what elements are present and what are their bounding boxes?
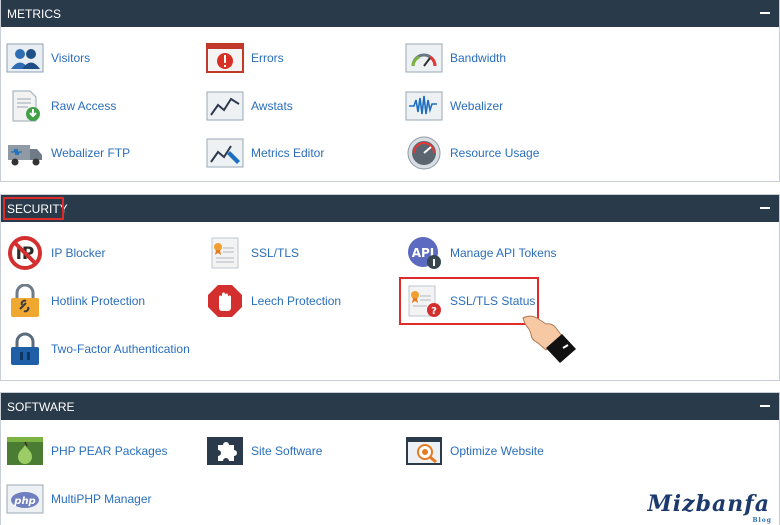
padlock-icon [6, 332, 44, 366]
software-title: SOFTWARE [7, 399, 75, 414]
raw-access-label: Raw Access [51, 99, 117, 113]
metrics-editor-label: Metrics Editor [251, 146, 325, 160]
metrics-title: METRICS [7, 6, 61, 21]
ip-blocker-item[interactable]: IP IP Blocker [6, 235, 105, 271]
ssl-tls-label: SSL/TLS [251, 246, 300, 260]
certificate-question-icon: ? [405, 284, 443, 318]
visitors-label: Visitors [51, 51, 91, 65]
awstats-item[interactable]: Awstats [206, 88, 293, 124]
php-pear-packages-label: PHP PEAR Packages [51, 444, 168, 458]
site-software-label: Site Software [251, 444, 323, 458]
awstats-label: Awstats [251, 99, 293, 113]
pear-icon [6, 434, 44, 468]
certificate-icon [206, 236, 244, 270]
collapse-icon[interactable] [760, 207, 770, 209]
php-icon: php [6, 482, 44, 516]
bandwidth-icon [405, 41, 443, 75]
mizbanfa-logo: Mizbanfa Blog [647, 491, 771, 524]
bandwidth-item[interactable]: Bandwidth [405, 40, 506, 76]
stop-hand-icon [206, 284, 244, 318]
ssl-tls-item[interactable]: SSL/TLS [206, 235, 299, 271]
logo-sub: Blog [752, 517, 772, 524]
ip-blocker-icon: IP [6, 236, 44, 270]
ssl-tls-status-label: SSL/TLS Status [450, 294, 536, 308]
software-header[interactable]: SOFTWARE [1, 393, 779, 420]
webalizer-item[interactable]: Webalizer [405, 88, 503, 124]
resource-usage-label: Resource Usage [450, 146, 540, 160]
two-factor-authentication-label: Two-Factor Authentication [51, 342, 190, 356]
raw-access-icon [6, 89, 44, 123]
logo-brand: Mizbanfa [647, 491, 770, 517]
collapse-icon[interactable] [760, 12, 770, 14]
manage-api-tokens-item[interactable]: API Manage API Tokens [405, 235, 557, 271]
truck-icon [6, 136, 44, 170]
webalizer-ftp-item[interactable]: Webalizer FTP [6, 135, 130, 171]
errors-item[interactable]: Errors [206, 40, 284, 76]
bandwidth-label: Bandwidth [450, 51, 507, 65]
multiphp-manager-label: MultiPHP Manager [51, 492, 152, 506]
metrics-editor-item[interactable]: Metrics Editor [206, 135, 324, 171]
api-key-icon: API [405, 236, 443, 270]
leech-protection-item[interactable]: Leech Protection [206, 283, 341, 319]
php-icon-text: php [13, 496, 35, 507]
raw-access-item[interactable]: Raw Access [6, 88, 116, 124]
pointing-hand-icon [522, 315, 576, 363]
svg-text:?: ? [431, 306, 437, 317]
visitors-icon [6, 41, 44, 75]
optimize-website-item[interactable]: Optimize Website [405, 433, 544, 469]
collapse-icon[interactable] [760, 405, 770, 407]
lock-link-icon [6, 284, 44, 318]
metrics-editor-icon [206, 136, 244, 170]
site-software-item[interactable]: Site Software [206, 433, 322, 469]
optimize-website-label: Optimize Website [450, 444, 544, 458]
ssl-tls-status-item[interactable]: ? SSL/TLS Status [405, 283, 535, 319]
puzzle-icon [206, 434, 244, 468]
security-title: SECURITY [7, 201, 68, 216]
manage-api-tokens-label: Manage API Tokens [450, 246, 557, 260]
hotlink-protection-label: Hotlink Protection [51, 294, 146, 308]
awstats-icon [206, 89, 244, 123]
leech-protection-label: Leech Protection [251, 294, 342, 308]
security-header[interactable]: SECURITY [1, 195, 779, 222]
two-factor-authentication-item[interactable]: Two-Factor Authentication [6, 331, 190, 367]
multiphp-manager-item[interactable]: php MultiPHP Manager [6, 481, 152, 517]
webalizer-ftp-label: Webalizer FTP [51, 146, 131, 160]
resource-usage-item[interactable]: Resource Usage [405, 135, 539, 171]
errors-icon [206, 41, 244, 75]
metrics-header[interactable]: METRICS [1, 0, 779, 27]
php-pear-packages-item[interactable]: PHP PEAR Packages [6, 433, 168, 469]
gauge-icon [405, 136, 443, 170]
visitors-item[interactable]: Visitors [6, 40, 90, 76]
hotlink-protection-item[interactable]: Hotlink Protection [6, 283, 145, 319]
optimize-icon [405, 434, 443, 468]
security-panel: SECURITY IP IP Blocker SSL/TLS API Manag… [0, 194, 780, 381]
webalizer-label: Webalizer [450, 99, 504, 113]
ip-blocker-label: IP Blocker [51, 246, 106, 260]
webalizer-icon [405, 89, 443, 123]
metrics-panel: METRICS Visitors Errors Bandwidth Raw Ac… [0, 0, 780, 182]
errors-label: Errors [251, 51, 284, 65]
